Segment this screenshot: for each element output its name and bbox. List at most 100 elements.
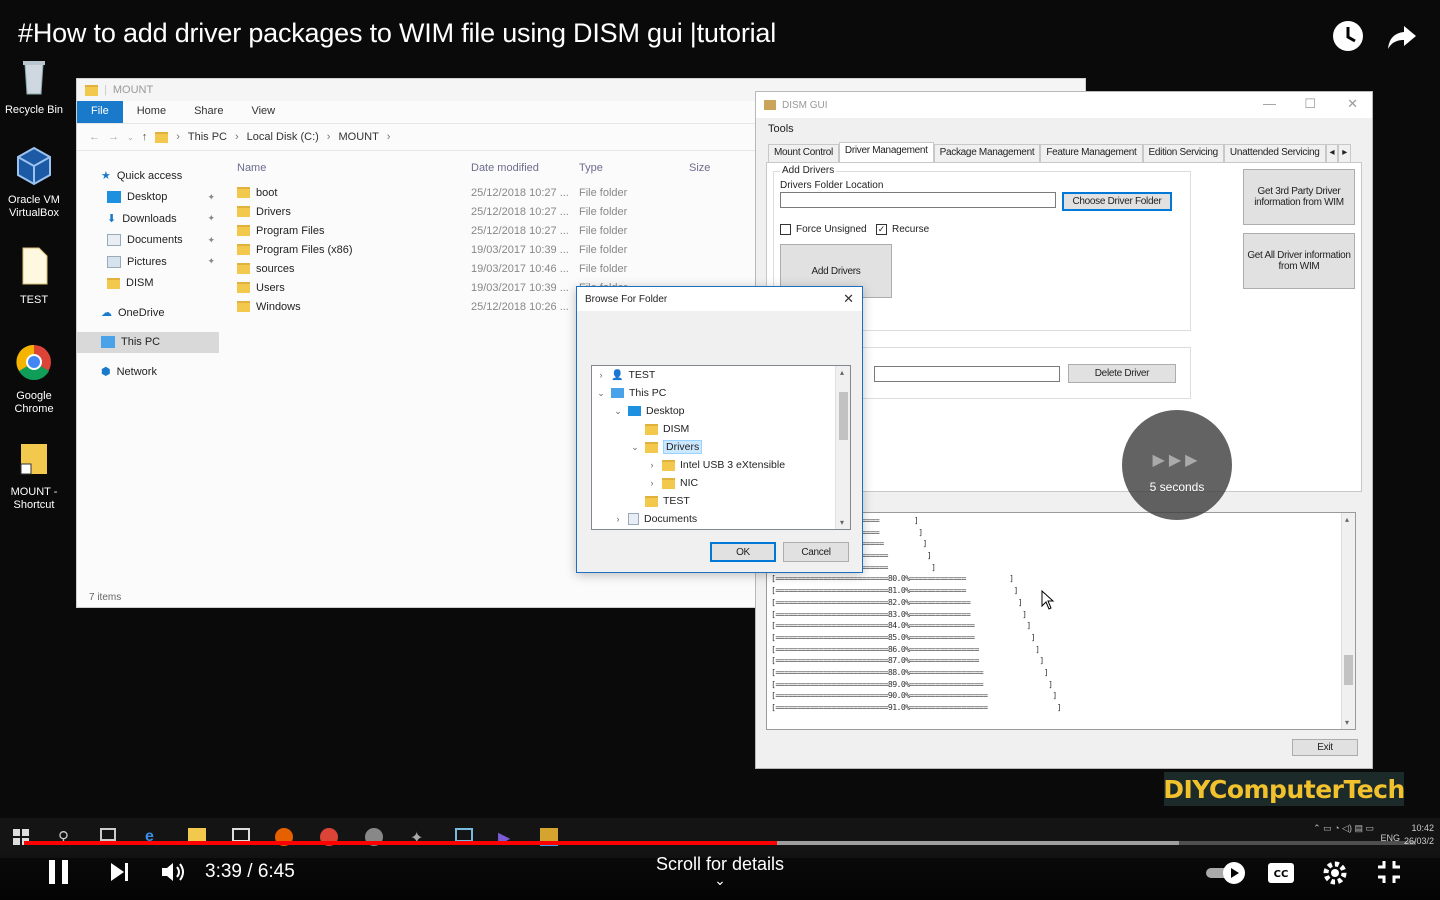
tree-item[interactable]: › 👤 TEST — [592, 366, 850, 384]
log-scrollbar[interactable]: ▴ ▾ — [1341, 513, 1355, 729]
volume-icon[interactable] — [160, 860, 188, 884]
pause-icon[interactable] — [46, 858, 72, 886]
nav-documents[interactable]: Documents ✦ — [77, 230, 219, 252]
get-all-driver-button[interactable]: Get All Driver information from WIM — [1243, 233, 1355, 289]
video-player[interactable]: Recycle Bin Oracle VM VirtualBox TEST Go… — [0, 0, 1440, 900]
choose-driver-folder-button[interactable]: Choose Driver Folder — [1062, 192, 1172, 211]
breadcrumb-local-disk[interactable]: Local Disk (C:) — [247, 131, 319, 143]
delete-driver-input[interactable] — [874, 366, 1060, 382]
folder-tree[interactable]: › 👤 TEST ⌄ This PC ⌄ Desktop DISM ⌄ Drivers › Intel… — [591, 365, 851, 530]
ribbon-tab-home[interactable]: Home — [123, 101, 180, 123]
recent-chevron-icon[interactable]: ⌄ — [127, 133, 134, 142]
tray-icons[interactable]: ⌃ ▭ ◔ ◁) ▤ ▭ — [1313, 823, 1374, 833]
scroll-thumb[interactable] — [1344, 655, 1353, 685]
file-explorer-icon[interactable] — [188, 828, 206, 841]
cancel-button[interactable]: Cancel — [783, 542, 849, 562]
desktop-icon-recycle-bin[interactable]: Recycle Bin — [4, 56, 64, 117]
captions-icon[interactable]: CC — [1267, 862, 1295, 884]
tab-scroll-right-icon[interactable]: ▸ — [1338, 144, 1352, 162]
exit-fullscreen-icon[interactable] — [1377, 860, 1401, 884]
nav-downloads[interactable]: ⬇ Downloads ✦ — [77, 208, 219, 230]
chevron-down-icon[interactable]: ⌄ — [630, 442, 640, 453]
scroll-for-details[interactable]: Scroll for details ⌄ — [620, 854, 820, 887]
tab-edition-servicing[interactable]: Edition Servicing — [1142, 144, 1224, 162]
ribbon-tab-view[interactable]: View — [237, 101, 289, 123]
exit-button[interactable]: Exit — [1292, 739, 1358, 756]
scroll-up-icon[interactable]: ▴ — [1345, 515, 1349, 524]
tree-item[interactable]: › Intel USB 3 eXtensible — [592, 456, 850, 474]
nav-onedrive[interactable]: ☁ OneDrive — [77, 302, 219, 324]
maximize-icon[interactable]: ☐ — [1304, 96, 1316, 112]
tree-item[interactable]: ⌄ Desktop — [592, 402, 850, 420]
scroll-up-icon[interactable]: ▴ — [840, 368, 844, 377]
chevron-right-icon[interactable]: › — [613, 514, 623, 524]
tree-item[interactable]: › NIC — [592, 474, 850, 492]
chevron-down-icon[interactable]: ⌄ — [596, 388, 606, 399]
watch-later-icon[interactable] — [1330, 18, 1366, 54]
drivers-folder-input[interactable] — [780, 192, 1056, 208]
pin-icon[interactable]: ✦ — [207, 192, 215, 203]
desktop-icon-virtualbox[interactable]: Oracle VM VirtualBox — [4, 146, 64, 220]
pin-icon[interactable]: ✦ — [207, 235, 215, 246]
next-icon[interactable] — [108, 860, 132, 884]
breadcrumb-mount[interactable]: MOUNT — [338, 131, 378, 143]
pin-icon[interactable]: ✦ — [207, 213, 215, 224]
scroll-thumb[interactable] — [839, 392, 848, 440]
up-arrow-icon[interactable]: ↑ — [142, 131, 148, 143]
scroll-down-icon[interactable]: ▾ — [840, 518, 844, 527]
tab-feature-management[interactable]: Feature Management — [1040, 144, 1143, 162]
share-icon[interactable] — [1384, 18, 1420, 54]
chevron-right-icon[interactable]: › — [647, 460, 657, 470]
ribbon-tab-file[interactable]: File — [77, 101, 123, 123]
terminal-icon[interactable] — [455, 828, 473, 842]
progress-bar[interactable] — [24, 841, 1416, 845]
tab-package-management[interactable]: Package Management — [933, 144, 1041, 162]
settings-gear-icon[interactable] — [1322, 860, 1348, 886]
forward-arrow-icon[interactable]: → — [108, 131, 119, 143]
column-size[interactable]: Size — [689, 162, 749, 174]
video-title[interactable]: #How to add driver packages to WIM file … — [18, 18, 776, 49]
desktop-icon-mount-shortcut[interactable]: MOUNT - Shortcut — [4, 438, 64, 512]
chevron-right-icon[interactable]: › — [647, 478, 657, 488]
browse-for-folder-dialog[interactable]: Browse For Folder ✕ › 👤 TEST ⌄ This PC ⌄ Deskt… — [576, 286, 863, 573]
force-unsigned-checkbox[interactable]: Force Unsigned — [780, 224, 867, 235]
column-date[interactable]: Date modified — [471, 162, 579, 174]
nav-quick-access[interactable]: ★ Quick access — [77, 165, 219, 187]
dialog-titlebar[interactable]: Browse For Folder — [577, 287, 862, 311]
autoplay-toggle-icon[interactable] — [1204, 860, 1250, 886]
recurse-checkbox[interactable]: ✓ Recurse — [876, 224, 929, 235]
tree-item[interactable]: ⌄ Drivers — [592, 438, 850, 456]
store-icon[interactable] — [232, 828, 250, 842]
chevron-down-icon[interactable]: ⌄ — [613, 406, 623, 417]
close-icon[interactable]: ✕ — [843, 291, 854, 307]
dism-titlebar[interactable]: DISM GUI — [756, 92, 1372, 118]
ribbon-tab-share[interactable]: Share — [180, 101, 237, 123]
task-view-icon[interactable] — [100, 828, 116, 841]
get-3rd-party-driver-button[interactable]: Get 3rd Party Driver information from WI… — [1243, 169, 1355, 225]
close-icon[interactable]: ✕ — [1347, 96, 1358, 112]
desktop-icon-test[interactable]: TEST — [4, 246, 64, 307]
tree-item[interactable]: DISM — [592, 420, 850, 438]
desktop-icon-chrome[interactable]: Google Chrome — [4, 342, 64, 416]
minimize-icon[interactable]: — — [1263, 96, 1276, 111]
nav-pictures[interactable]: Pictures ✦ — [77, 251, 219, 273]
delete-driver-button[interactable]: Delete Driver — [1068, 364, 1176, 383]
menu-tools[interactable]: Tools — [768, 123, 794, 135]
nav-desktop[interactable]: Desktop ✦ — [77, 187, 219, 209]
ok-button[interactable]: OK — [710, 542, 776, 562]
tree-scrollbar[interactable]: ▴ ▾ — [835, 366, 850, 529]
nav-this-pc[interactable]: This PC — [77, 331, 219, 353]
pin-icon[interactable]: ✦ — [207, 256, 215, 267]
nav-dism[interactable]: DISM — [77, 273, 219, 295]
scroll-down-icon[interactable]: ▾ — [1345, 718, 1349, 727]
tree-item[interactable]: ⌄ This PC — [592, 384, 850, 402]
column-name[interactable]: Name — [237, 162, 471, 174]
tree-item[interactable]: › Documents — [592, 510, 850, 528]
tab-scroll-left-icon[interactable]: ◂ — [1325, 144, 1339, 162]
back-arrow-icon[interactable]: ← — [89, 131, 100, 143]
tree-item[interactable]: TEST — [592, 492, 850, 510]
chevron-right-icon[interactable]: › — [596, 370, 606, 380]
tab-mount-control[interactable]: Mount Control — [768, 144, 839, 162]
nav-network[interactable]: ⬢ Network — [77, 361, 219, 383]
tab-unattended-servicing[interactable]: Unattended Servicing — [1223, 144, 1326, 162]
